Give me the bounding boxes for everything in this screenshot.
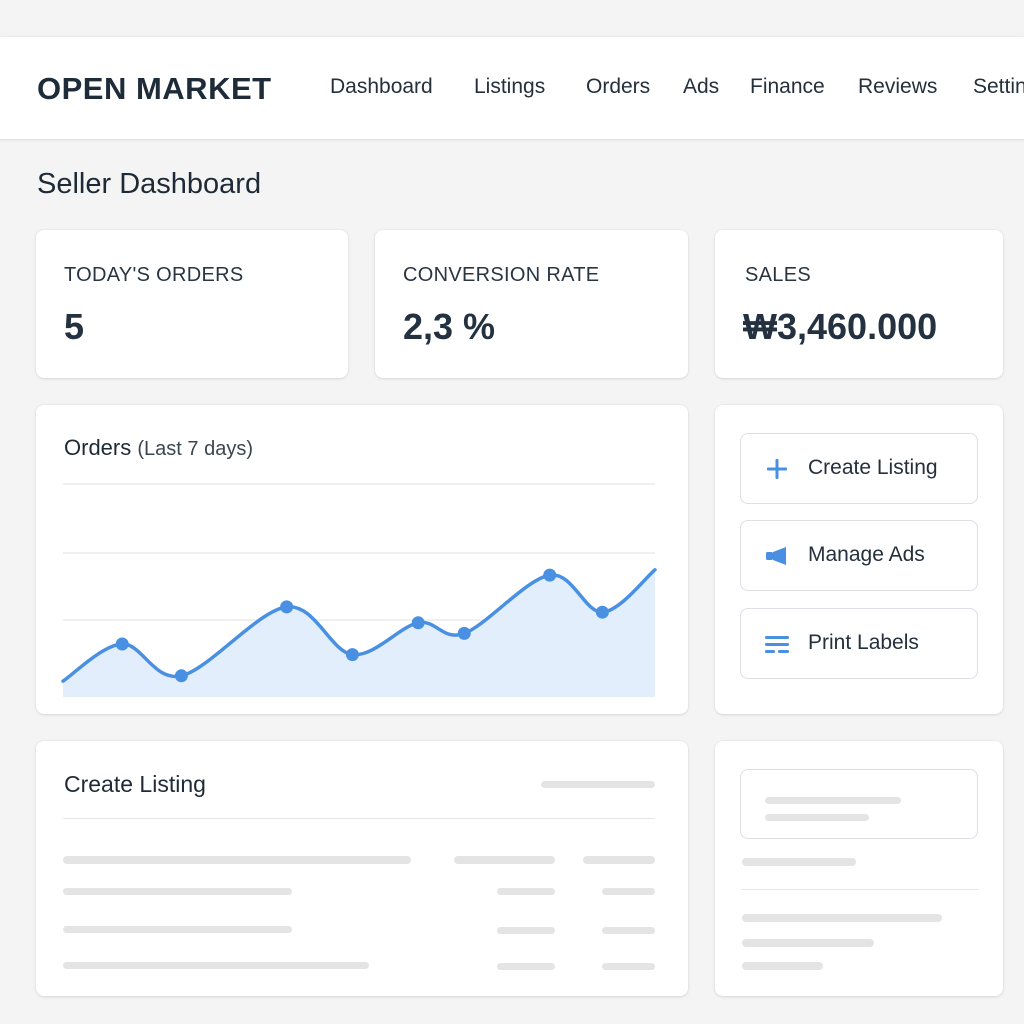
placeholder-line [765, 814, 869, 821]
placeholder-line [63, 926, 292, 933]
nav-item-reviews[interactable]: Reviews [858, 75, 973, 99]
stat-label: SALES [745, 264, 811, 286]
create-listing-card: Create Listing [36, 741, 688, 996]
placeholder-line [497, 888, 555, 895]
print-labels-label: Print Labels [808, 631, 919, 654]
placeholder-line [742, 962, 823, 970]
stat-value: 5 [64, 306, 85, 347]
stat-value: 2,3 % [403, 306, 496, 347]
divider [63, 818, 655, 819]
placeholder-box [740, 769, 978, 839]
info-card [715, 741, 1003, 996]
nav-item-ads[interactable]: Ads [683, 75, 750, 99]
placeholder-line [602, 888, 655, 895]
list-icon [765, 636, 789, 653]
megaphone-icon [766, 547, 786, 565]
nav-item-settings[interactable]: Settings [973, 75, 1024, 99]
placeholder-line [63, 962, 369, 969]
chart-data-point[interactable] [174, 669, 188, 683]
chart-area-fill [63, 569, 655, 697]
chart-data-point[interactable] [280, 600, 294, 614]
placeholder-line [742, 914, 942, 922]
placeholder-line [583, 856, 655, 864]
placeholder-line [602, 927, 655, 934]
brand-logo[interactable]: OPEN MARKET [37, 71, 272, 107]
stat-value: ₩3,460.000 [743, 306, 938, 347]
create-listing-button[interactable]: Create Listing [740, 433, 978, 504]
stat-card-conversion-rate: CONVERSION RATE 2,3 % [375, 230, 688, 378]
chart-data-point[interactable] [411, 616, 425, 630]
orders-chart-card: Orders (Last 7 days) [36, 405, 688, 714]
placeholder-line [742, 939, 874, 947]
nav-item-listings[interactable]: Listings [474, 75, 586, 99]
stat-label: TODAY'S ORDERS [64, 264, 244, 286]
chart-data-point[interactable] [543, 568, 557, 582]
placeholder-line [63, 856, 411, 864]
nav-item-dashboard[interactable]: Dashboard [330, 75, 474, 99]
print-labels-button[interactable]: Print Labels [740, 608, 978, 679]
quick-actions-card: Create Listing Manage Ads Print Labels [715, 405, 1003, 714]
create-listing-label: Create Listing [808, 456, 938, 479]
placeholder-line [497, 927, 555, 934]
stat-card-sales: SALES ₩3,460.000 [715, 230, 1003, 378]
placeholder-line [541, 781, 655, 788]
divider [742, 889, 978, 890]
manage-ads-label: Manage Ads [808, 543, 925, 566]
nav-item-finance[interactable]: Finance [750, 75, 858, 99]
placeholder-line [765, 797, 901, 804]
chart-data-point[interactable] [457, 626, 471, 640]
manage-ads-button[interactable]: Manage Ads [740, 520, 978, 591]
chart-data-point[interactable] [115, 637, 129, 651]
chart-data-point[interactable] [595, 605, 609, 619]
orders-line-chart [61, 483, 657, 697]
placeholder-line [63, 888, 292, 895]
placeholder-line [454, 856, 555, 864]
plus-icon [767, 459, 787, 479]
stat-label: CONVERSION RATE [403, 264, 600, 286]
stat-card-todays-orders: TODAY'S ORDERS 5 [36, 230, 348, 378]
page-title: Seller Dashboard [37, 168, 262, 200]
top-navigation-bar: OPEN MARKET Dashboard Listings Orders Ad… [0, 36, 1024, 140]
section-title: Create Listing [64, 771, 206, 797]
nav-item-orders[interactable]: Orders [586, 75, 683, 99]
placeholder-line [602, 963, 655, 970]
placeholder-line [497, 963, 555, 970]
main-nav: Dashboard Listings Orders Ads Finance Re… [330, 75, 1024, 99]
placeholder-line [742, 858, 856, 866]
chart-data-point[interactable] [345, 648, 359, 662]
